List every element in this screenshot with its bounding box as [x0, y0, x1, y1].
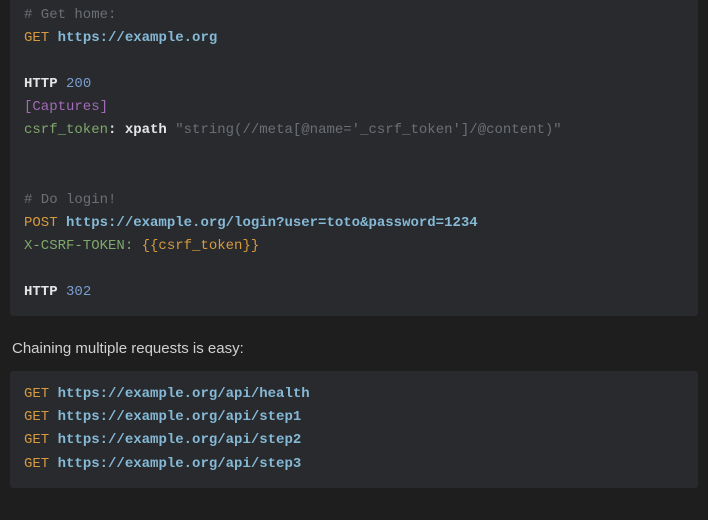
request-url: https://example.org/api/step2: [58, 432, 302, 448]
prose-text: Chaining multiple requests is easy:: [0, 326, 708, 371]
capture-key: csrf_token: [24, 122, 108, 138]
code-block-2: GET https://example.org/api/health GET h…: [10, 371, 698, 487]
header-key: X-CSRF-TOKEN:: [24, 238, 133, 254]
request-url: https://example.org/api/health: [58, 386, 310, 402]
http-keyword: HTTP: [24, 76, 58, 92]
status-code: 200: [66, 76, 91, 92]
status-code: 302: [66, 284, 91, 300]
http-method: GET: [24, 386, 49, 402]
request-url: https://example.org: [58, 30, 218, 46]
http-keyword: HTTP: [24, 284, 58, 300]
template-var: {{csrf_token}}: [142, 238, 260, 254]
request-url: https://example.org/api/step3: [58, 456, 302, 472]
comment: # Do login!: [24, 192, 116, 208]
section-captures: [Captures]: [24, 99, 108, 115]
capture-func: xpath: [125, 122, 167, 138]
comment: # Get home:: [24, 7, 116, 23]
request-url: https://example.org/login?user=toto&pass…: [66, 215, 478, 231]
code-block-1: # Get home: GET https://example.org HTTP…: [10, 0, 698, 316]
http-method: GET: [24, 456, 49, 472]
capture-expr: "string(//meta[@name='_csrf_token']/@con…: [175, 122, 561, 138]
colon: :: [108, 122, 116, 138]
http-method: GET: [24, 409, 49, 425]
request-url: https://example.org/api/step1: [58, 409, 302, 425]
http-method: GET: [24, 30, 49, 46]
http-method: POST: [24, 215, 58, 231]
http-method: GET: [24, 432, 49, 448]
